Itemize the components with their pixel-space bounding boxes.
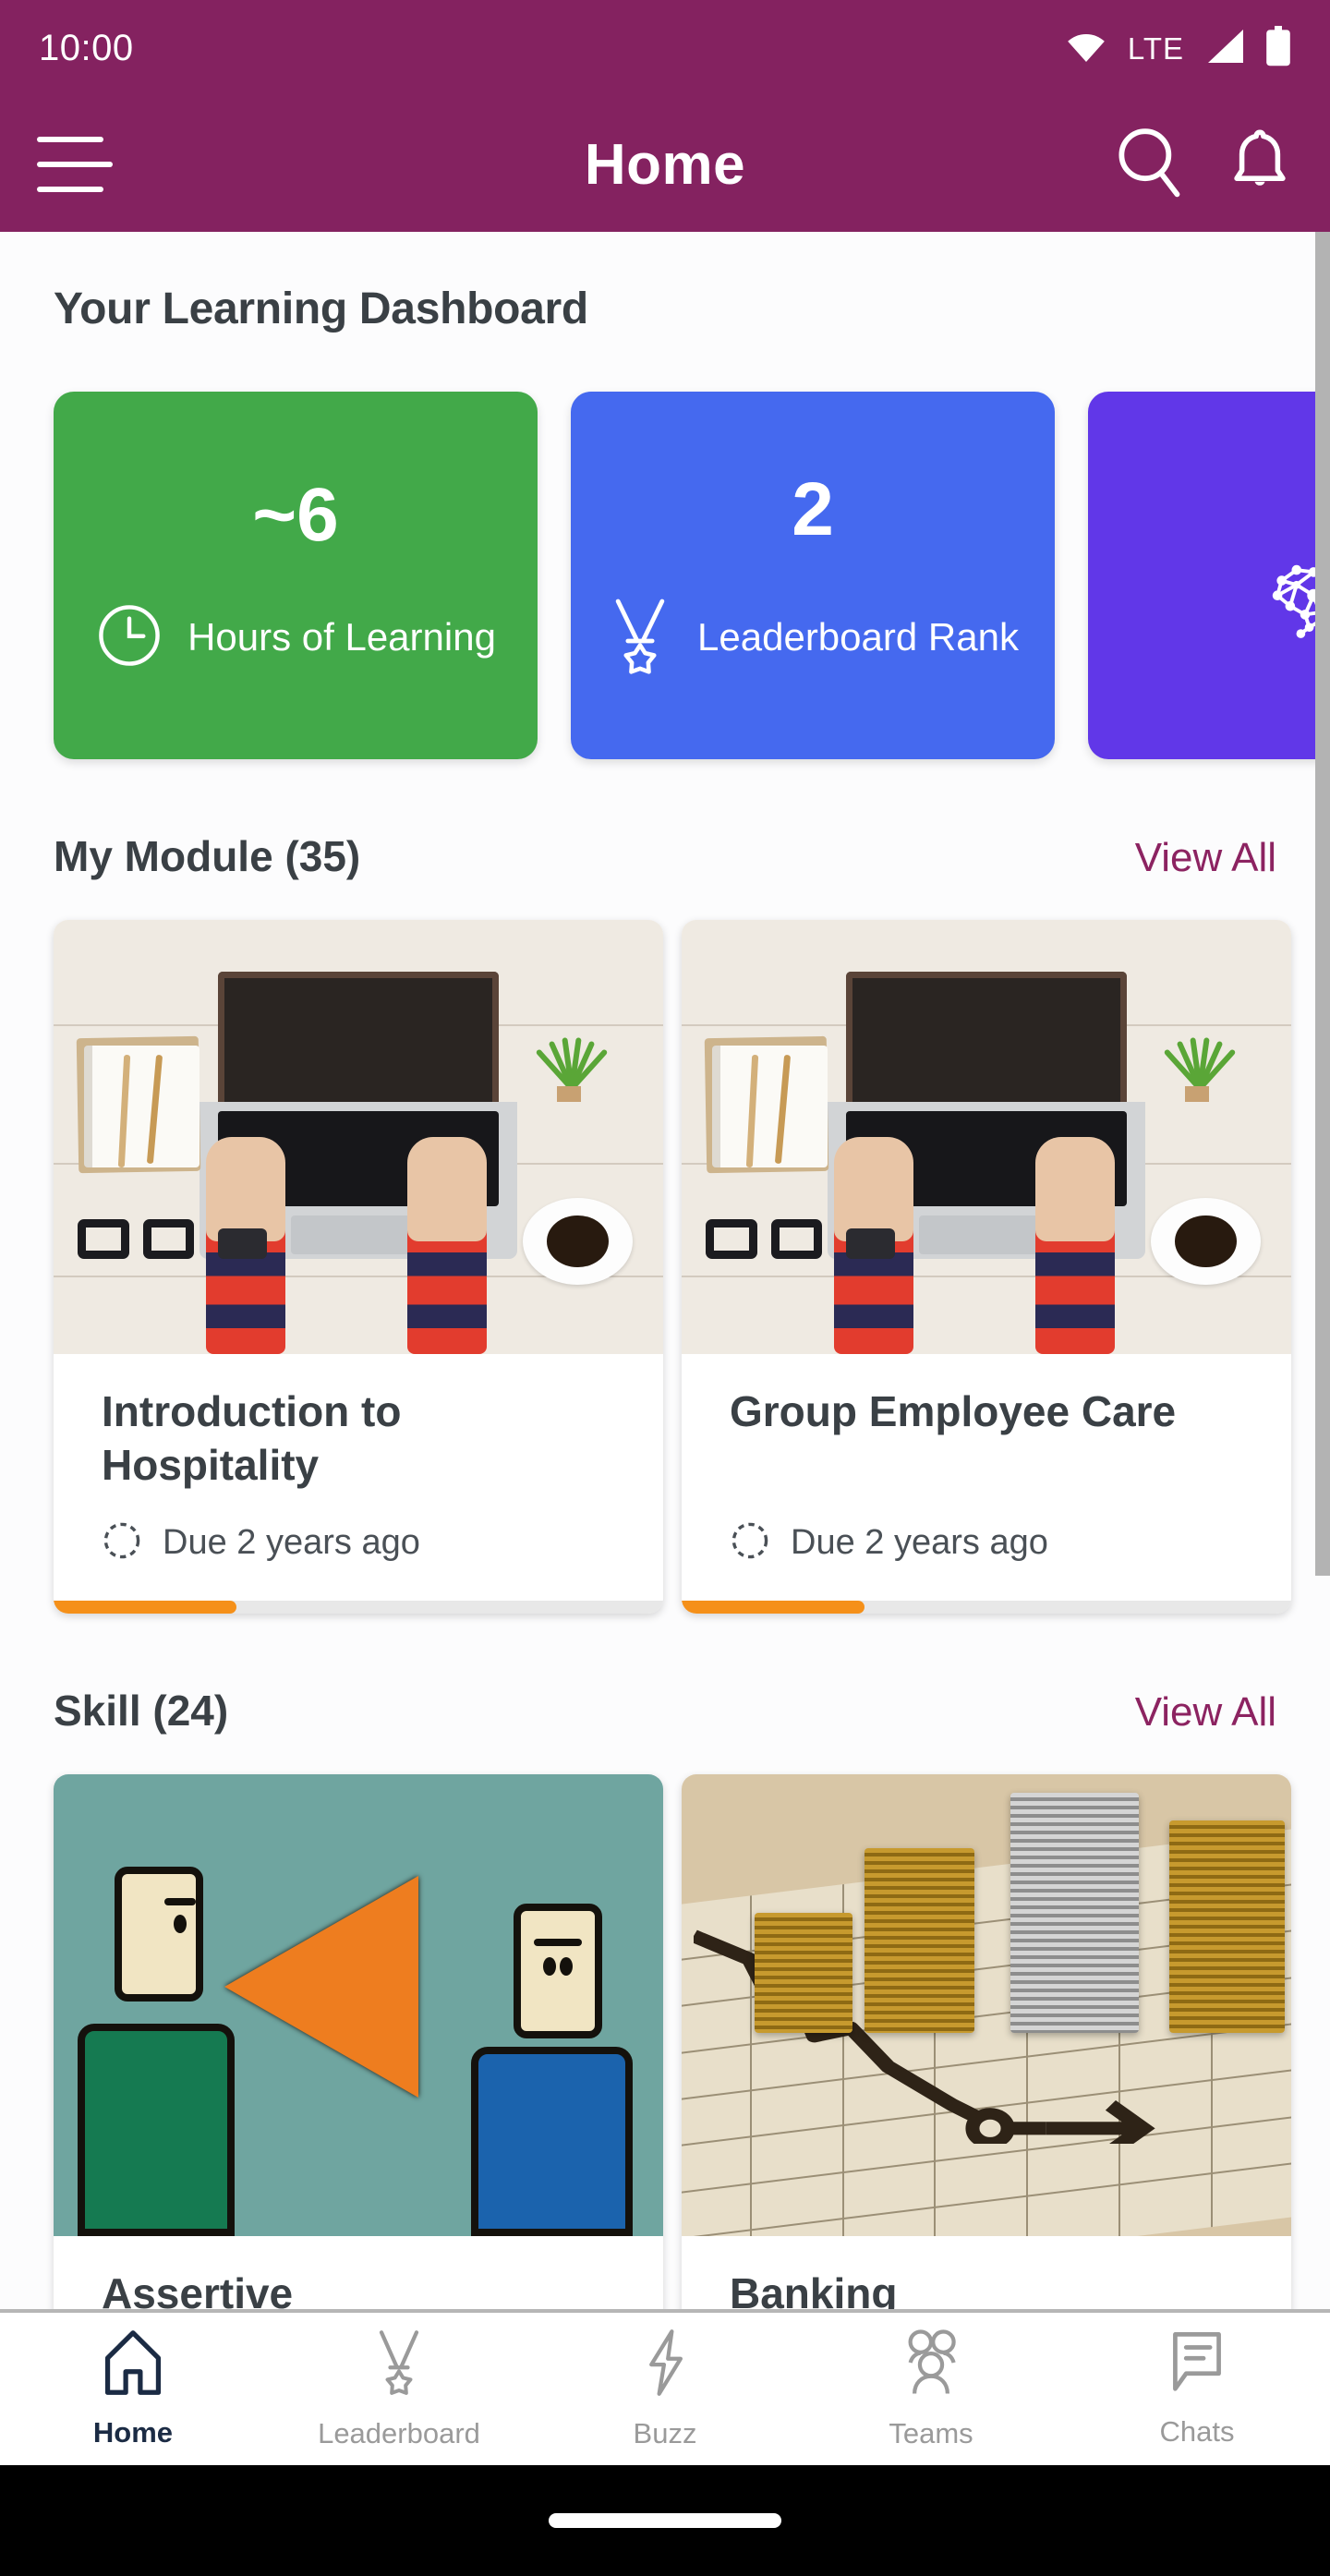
section-title: Skill (24) [54,1687,229,1735]
skill-card[interactable]: Assertive [54,1774,663,2352]
stat-value: 2 [792,466,834,551]
view-all-link-skill[interactable]: View All [1135,1689,1276,1735]
stat-card-skills[interactable]: S [1088,392,1330,759]
search-icon[interactable] [1116,127,1182,203]
skill-card[interactable]: Banking [682,1774,1291,2352]
module-thumbnail [54,920,663,1354]
module-card-body: Group Employee Care Due 2 years ago [682,1354,1291,1601]
module-title: Group Employee Care [730,1387,1177,1435]
app-bar: Home [0,97,1330,232]
module-progress-bar [54,1601,663,1614]
module-progress-fill [682,1601,864,1614]
skill-thumbnail [54,1774,663,2236]
section-header-my-module: My Module (35) View All [0,759,1330,881]
people-group-icon [894,2328,968,2402]
stat-label: Leaderboard Rank [697,615,1019,659]
nav-label: Teams [889,2417,973,2449]
dotted-circle-icon [102,1520,142,1566]
bell-icon[interactable] [1227,127,1293,203]
bottom-navigation-bar: Home Leaderboard Buzz Teams Chats [0,2309,1330,2465]
battery-icon [1265,26,1291,71]
module-due-row: Due 2 years ago [730,1520,1243,1591]
stat-card-leaderboard-rank[interactable]: 2 Leaderboard Rank [571,392,1055,759]
stat-card-footer: Leaderboard Rank [594,596,1032,680]
app-screen: 10:00 LTE Home Your Learning Dashboard ~… [0,0,1330,2576]
module-title: Introduction to Hospitality [102,1387,402,1489]
module-card-body: Introduction to Hospitality Due 2 years … [54,1354,663,1601]
module-due-text: Due 2 years ago [163,1523,420,1562]
signal-icon [1204,27,1245,70]
section-title: My Module (35) [54,832,361,880]
gesture-pill[interactable] [549,2513,781,2528]
section-header-skill: Skill (24) View All [0,1614,1330,1735]
scrollbar-thumb[interactable] [1315,232,1330,1576]
nav-item-chats[interactable]: Chats [1064,2329,1330,2449]
stat-label: Hours of Learning [187,615,496,659]
nav-label: Home [92,2416,174,2449]
system-gesture-bar [0,2465,1330,2576]
nav-item-teams[interactable]: Teams [798,2328,1064,2450]
lightning-bolt-icon [639,2328,691,2402]
nav-item-buzz[interactable]: Buzz [532,2328,798,2450]
medal-icon [369,2328,429,2402]
medal-icon [607,596,673,680]
view-all-link-my-module[interactable]: View All [1135,835,1276,881]
status-time: 10:00 [39,28,134,68]
chat-bubble-icon [1167,2329,1227,2401]
module-thumbnail [682,920,1291,1354]
hamburger-menu-icon[interactable] [37,137,113,192]
status-bar: 10:00 LTE [0,0,1330,97]
nav-label: Leaderboard [318,2417,480,2449]
nav-label: Buzz [633,2417,697,2449]
vertical-scrollbar[interactable] [1315,232,1330,2352]
nav-item-home[interactable]: Home [0,2328,266,2449]
status-icons: LTE [1065,26,1291,71]
scroll-content[interactable]: Your Learning Dashboard ~6 Hours of Lear… [0,232,1330,2352]
skill-card-list[interactable]: Assertive Banking [0,1735,1330,2352]
stat-value: ~6 [252,472,339,557]
module-card-list[interactable]: Introduction to Hospitality Due 2 years … [0,881,1330,1614]
skill-thumbnail [682,1774,1291,2236]
module-progress-fill [54,1601,236,1614]
network-type-label: LTE [1127,30,1184,66]
module-progress-bar [682,1601,1291,1614]
dashboard-title: Your Learning Dashboard [54,284,588,333]
home-icon [100,2328,166,2401]
app-bar-actions [1116,127,1293,203]
nav-item-leaderboard[interactable]: Leaderboard [266,2328,532,2450]
module-card[interactable]: Group Employee Care Due 2 years ago [682,920,1291,1614]
clock-icon [95,601,163,674]
nav-label: Chats [1159,2415,1235,2448]
module-card[interactable]: Introduction to Hospitality Due 2 years … [54,920,663,1614]
module-due-text: Due 2 years ago [791,1523,1048,1562]
stat-card-hours-of-learning[interactable]: ~6 Hours of Learning [54,392,538,759]
dotted-circle-icon [730,1520,770,1566]
wifi-icon [1065,30,1107,67]
stat-card-footer: Hours of Learning [82,601,509,674]
dashboard-stat-cards[interactable]: ~6 Hours of Learning 2 Leaderboard Rank [0,334,1330,759]
module-due-row: Due 2 years ago [102,1520,615,1591]
